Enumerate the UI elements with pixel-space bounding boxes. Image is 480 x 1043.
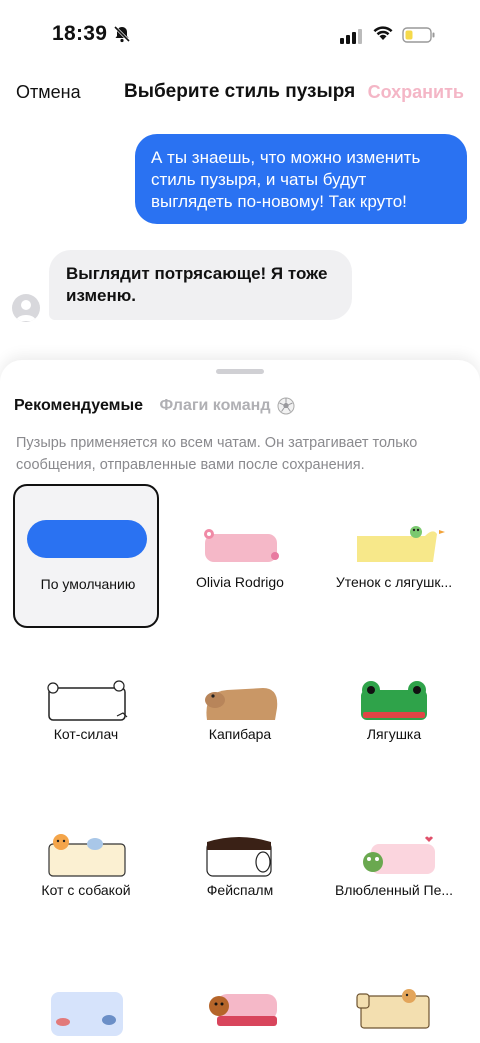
battery-icon (402, 27, 435, 43)
bear-bubble-preview (209, 994, 277, 1026)
style-option-olivia-rodrigo[interactable]: Olivia Rodrigo (167, 484, 313, 628)
style-option-bear[interactable] (167, 946, 313, 1043)
style-option-facepalm[interactable]: Фейспалм (167, 792, 313, 936)
style-option-pepe-love[interactable]: Влюбленный Пе... (321, 792, 467, 936)
style-option-strong-cat[interactable]: Кот-силач (13, 636, 159, 780)
sheet-grabber[interactable] (216, 369, 264, 374)
style-option-capybara[interactable]: Капибара (167, 636, 313, 780)
style-option-default[interactable]: По умолчанию (13, 484, 159, 628)
style-option-sea-animals[interactable] (13, 946, 159, 1043)
save-button[interactable]: Сохранить (368, 82, 464, 103)
default-bubble-preview (27, 520, 147, 558)
cancel-button[interactable]: Отмена (16, 82, 81, 103)
outgoing-message-bubble: А ты знаешь, что можно изменить стиль пу… (135, 134, 467, 224)
style-option-label: Влюбленный Пе... (334, 882, 454, 898)
style-option-label: Капибара (208, 726, 272, 742)
facepalm-bubble-preview (206, 837, 272, 877)
capybara-bubble-preview (205, 688, 278, 720)
style-option-label: По умолчанию (40, 576, 136, 592)
person-icon (16, 300, 36, 321)
cat-dog-bubble-preview (48, 834, 126, 877)
avatar (12, 294, 40, 322)
doge-bubble-preview (356, 989, 430, 1029)
style-option-label: Кот с собакой (41, 882, 131, 898)
style-tabs: Рекомендуемые Флаги команд (14, 397, 307, 421)
incoming-message-row: Выглядит потрясающе! Я тоже изменю. (12, 250, 362, 322)
sea-animals-bubble-preview (51, 992, 123, 1036)
olivia-rodrigo-bubble-preview (204, 529, 279, 562)
status-bar: 18:39 (0, 0, 480, 70)
strong-cat-bubble-preview (47, 680, 128, 721)
incoming-message-bubble: Выглядит потрясающе! Я тоже изменю. (49, 250, 352, 320)
bubble-style-sheet: Рекомендуемые Флаги команд Пузырь примен… (0, 360, 480, 1043)
soccer-ball-icon (277, 397, 295, 415)
wifi-icon (373, 26, 393, 40)
style-option-label: Olivia Rodrigo (196, 574, 284, 590)
style-note: Пузырь применяется ко всем чатам. Он зат… (16, 435, 418, 473)
style-option-label: Лягушка (366, 726, 422, 742)
muted-bell-icon (113, 25, 131, 43)
style-option-duck-frog[interactable]: Утенок с лягушк... (321, 484, 467, 628)
frog-bubble-preview (361, 681, 427, 720)
style-option-cat-dog[interactable]: Кот с собакой (13, 792, 159, 936)
cellular-signal-icon (340, 29, 362, 44)
page-title: Выберите стиль пузыря (124, 81, 356, 102)
style-option-doge[interactable] (321, 946, 467, 1043)
tab-recommended[interactable]: Рекомендуемые (14, 397, 143, 415)
status-time: 18:39 (52, 22, 108, 45)
style-option-label: Утенок с лягушк... (335, 574, 453, 590)
navigation-header: Отмена Выберите стиль пузыря Сохранить (0, 78, 480, 108)
tab-team-flags-label: Флаги команд (159, 397, 271, 415)
pepe-love-bubble-preview (363, 836, 435, 874)
style-option-frog[interactable]: Лягушка (321, 636, 467, 780)
tab-team-flags[interactable]: Флаги команд (160, 397, 295, 415)
duck-frog-bubble-preview (357, 526, 445, 562)
style-option-label: Кот-силач (53, 726, 119, 742)
style-option-label: Фейспалм (206, 882, 274, 898)
